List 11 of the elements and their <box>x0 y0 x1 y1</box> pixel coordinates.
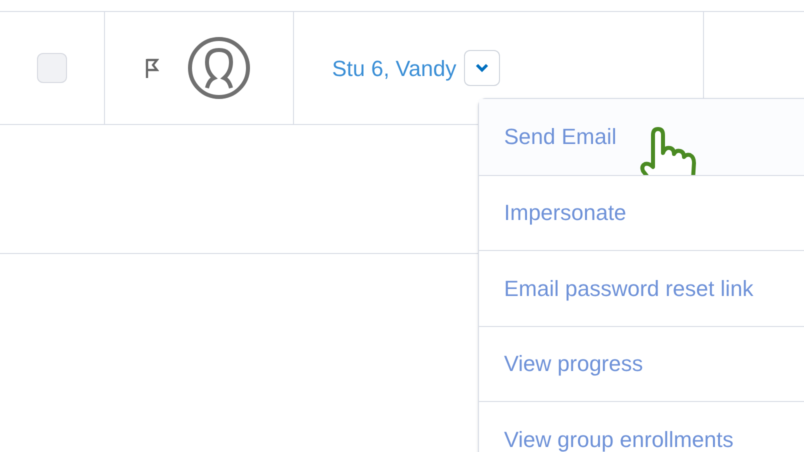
student-name-link[interactable]: Stu 6, Vandy <box>332 52 456 84</box>
menu-item[interactable]: Email password reset link <box>479 250 804 326</box>
menu-item[interactable]: Impersonate <box>479 174 804 250</box>
dropdown-button[interactable] <box>464 50 500 86</box>
avatar-icon <box>187 36 251 100</box>
menu-item[interactable]: View group enrollments <box>479 401 804 452</box>
flag-icon <box>145 57 159 79</box>
chevron-down-icon <box>475 63 490 73</box>
menu-item[interactable]: Send Email <box>479 99 804 174</box>
checkbox[interactable] <box>37 53 67 83</box>
menu-item[interactable]: View progress <box>479 326 804 401</box>
